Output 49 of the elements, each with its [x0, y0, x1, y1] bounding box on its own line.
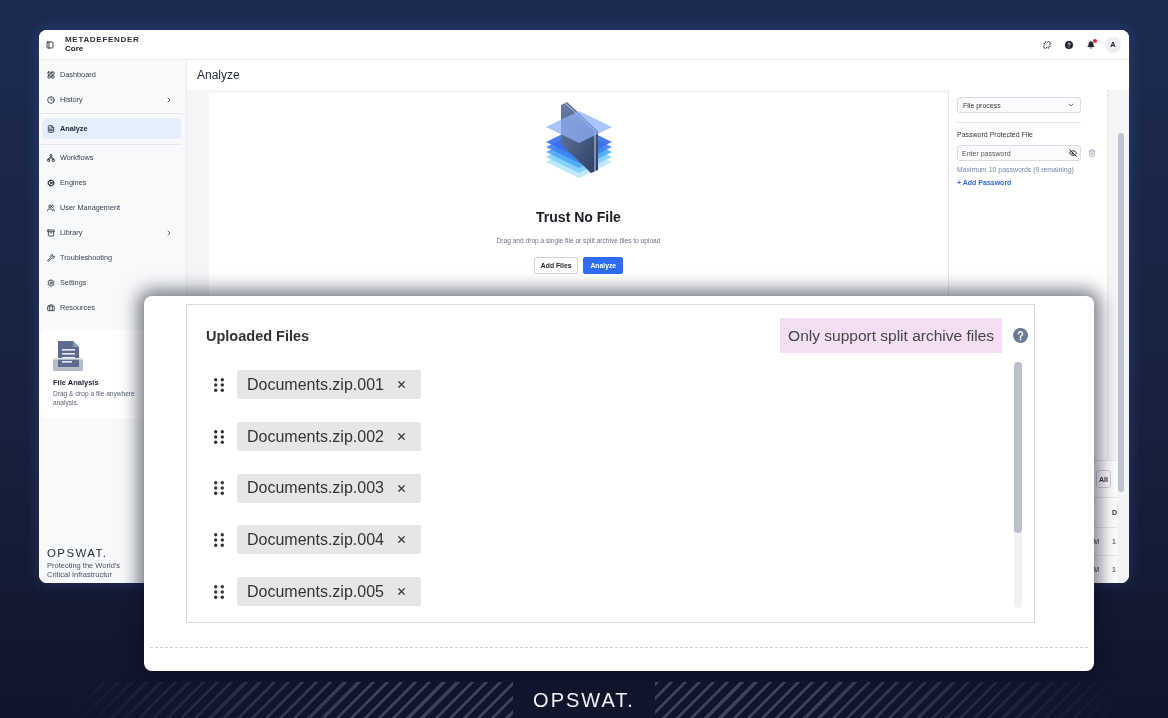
settings-icon	[47, 278, 55, 287]
document-icon	[47, 124, 55, 133]
card-title: Trust No File	[536, 208, 621, 226]
close-icon	[395, 534, 407, 546]
file-name: Documents.zip.004	[247, 530, 384, 549]
file-name: Documents.zip.005	[247, 582, 384, 601]
product-name: Core	[65, 45, 84, 53]
cog-icon	[47, 178, 55, 187]
remove-file-button[interactable]	[395, 586, 407, 598]
remove-file-button[interactable]	[395, 431, 407, 443]
close-icon	[395, 379, 407, 391]
network-icon	[47, 153, 55, 162]
scrollbar-track[interactable]	[1014, 362, 1022, 608]
close-icon	[395, 431, 407, 443]
close-icon	[395, 586, 407, 598]
file-name: Documents.zip.002	[247, 427, 384, 446]
brand-line: METADEFENDER	[65, 36, 140, 44]
wrench-icon	[47, 253, 55, 262]
drag-handle-icon[interactable]	[214, 532, 224, 547]
sidebar-toggle-icon[interactable]	[46, 40, 54, 49]
broken-link-icon[interactable]	[1043, 40, 1051, 49]
archive-icon	[47, 228, 55, 237]
remove-file-button[interactable]	[395, 534, 407, 546]
brand-logo: OPSWAT.	[533, 688, 635, 712]
scrollbar-thumb[interactable]	[1118, 133, 1124, 492]
brand-logo: OPSWAT.	[47, 547, 108, 559]
crossed-eye-icon[interactable]	[1069, 149, 1077, 157]
chevron-down-icon	[1067, 101, 1075, 109]
clock-icon	[47, 95, 55, 104]
document-icon	[53, 341, 83, 371]
scrollbar-thumb[interactable]	[1014, 362, 1022, 533]
drag-handle-icon[interactable]	[214, 584, 224, 599]
help-icon[interactable]	[1065, 40, 1073, 49]
file-name: Documents.zip.003	[247, 479, 384, 498]
grid-icon	[47, 70, 55, 79]
page-title: Analyze	[197, 68, 240, 82]
drag-handle-icon[interactable]	[214, 377, 224, 392]
briefcase-icon	[47, 303, 55, 312]
close-icon	[395, 482, 407, 494]
file-name: Documents.zip.001	[247, 375, 384, 394]
drag-handle-icon[interactable]	[214, 481, 224, 496]
remove-file-button[interactable]	[395, 482, 407, 494]
bell-icon[interactable]	[1087, 40, 1095, 49]
users-icon	[47, 203, 55, 212]
remove-file-button[interactable]	[395, 379, 407, 391]
stacked-layers-icon	[544, 100, 613, 180]
drag-handle-icon[interactable]	[214, 429, 224, 444]
section-title: Uploaded Files	[206, 327, 310, 344]
notice-badge: Only support split archive files	[780, 318, 1002, 353]
